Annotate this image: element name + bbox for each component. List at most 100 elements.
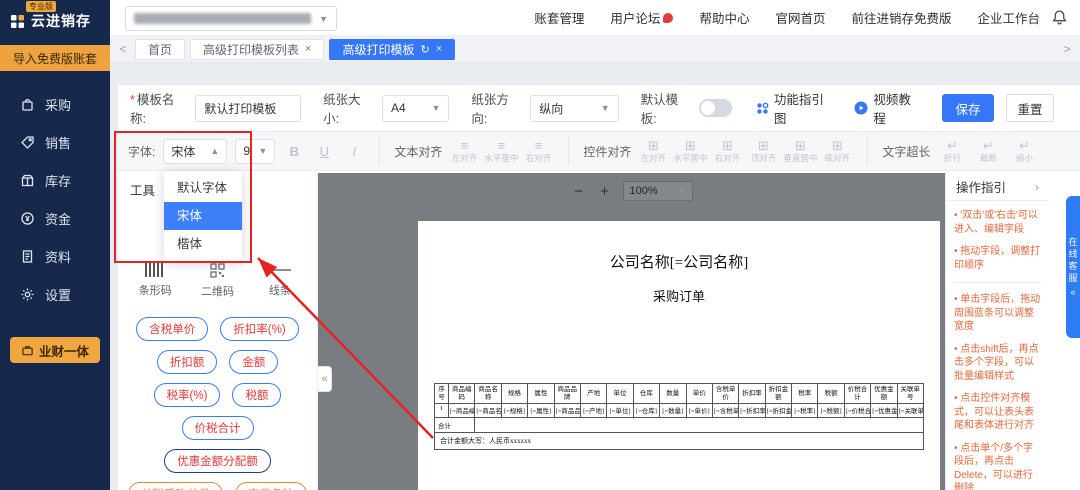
tab-refresh-icon[interactable]: ↻ [420,43,429,56]
control-align-option[interactable]: 顶对齐 [747,139,779,163]
font-size-select[interactable]: 9 ▼ [235,138,276,164]
field-pill[interactable]: 折扣率(%) [220,317,299,341]
top-menu-free-version[interactable]: 前往进销存免费版 [851,8,951,27]
table-cell[interactable]: [=折扣率] [739,404,766,418]
table-header-cell[interactable]: 关联单号 [897,384,924,404]
field-pill[interactable]: 折扣额 [156,350,218,374]
table-cell[interactable]: [=优惠金额] [871,404,898,418]
table-header-cell[interactable]: 折扣金额 [765,384,793,404]
sidebar-item-inventory[interactable]: 库存 [0,161,110,199]
field-pill[interactable]: 优惠金额分配额 [164,449,271,473]
table-cell[interactable]: [=商品名称] [475,404,502,418]
control-align-option[interactable]: 右对齐 [711,139,743,163]
guide-map-link[interactable]: 功能指引图 [756,89,833,127]
top-menu-enterprise-workbench[interactable]: 企业工作台 [977,8,1040,27]
table-header-cell[interactable]: 折扣率 [739,384,766,404]
default-template-toggle[interactable] [699,99,732,117]
table-cell[interactable]: [=单位] [607,404,634,418]
notification-bell-icon[interactable] [1051,9,1068,26]
tab-template-current[interactable]: 高级打印模板 ↻ × [329,38,456,60]
zoom-level-select[interactable]: 100% ▼ [622,181,693,201]
table-cell[interactable]: [=税率] [792,404,819,418]
table-cell[interactable]: 1 [435,404,449,418]
table-header-cell[interactable]: 优惠金额 [871,384,898,404]
import-free-account-button[interactable]: 导入免费版账套 [0,45,110,71]
table-cell[interactable]: [=含税单价] [712,404,740,418]
table-header-cell[interactable]: 序号 [435,384,449,404]
italic-button[interactable]: I [343,140,365,162]
table-header-cell[interactable]: 属性 [528,384,555,404]
tab-close-icon[interactable]: × [305,43,311,55]
top-menu-help-center[interactable]: 帮助中心 [699,8,749,27]
tab-template-list[interactable]: 高级打印模板列表 × [190,38,325,60]
company-name-placeholder[interactable]: 公司名称[=公司名称] [418,251,940,272]
table-cell[interactable]: [=价税合计] [844,404,872,418]
tab-home[interactable]: 首页 [135,38,186,60]
tab-close-icon[interactable]: × [436,43,442,55]
reset-button[interactable]: 重置 [1006,94,1054,122]
orientation-select[interactable]: 纵向 ▼ [530,94,619,122]
zoom-out-button[interactable]: − [571,183,587,200]
table-cell[interactable]: [=关联单号] [897,404,924,418]
table-cell[interactable]: [=属性] [528,404,555,418]
overflow-option[interactable]: 折行 [936,139,968,163]
sidebar-item-sales[interactable]: 销售 [0,123,110,161]
table-cell[interactable]: [=商品编码] [449,404,476,418]
field-pill[interactable]: 商品备注 [235,482,307,490]
text-align-option[interactable]: 右对齐 [522,139,554,163]
guide-collapse-icon[interactable]: › [1035,180,1039,194]
tabbar-prev-icon[interactable]: < [116,42,130,56]
table-cell[interactable]: [=单价] [686,404,713,418]
field-pill[interactable]: 含税单价 [136,317,209,341]
control-align-option[interactable]: 水平居中 [673,139,707,163]
underline-button[interactable]: U [313,140,335,162]
online-service-tab[interactable]: 在线客服 « [1066,196,1080,338]
paper-size-select[interactable]: A4 ▼ [381,94,450,122]
table-cell[interactable]: [=仓库] [633,404,661,418]
shape-barcode[interactable]: 条形码 [124,263,186,299]
table-header-cell[interactable]: 商品品牌 [554,384,581,404]
table-header-cell[interactable]: 产地 [580,384,608,404]
font-select[interactable]: 宋体 ▲ [163,138,228,164]
table-cell[interactable]: [=规格] [501,404,529,418]
control-align-option[interactable]: 垂直居中 [783,139,817,163]
tabbar-next-icon[interactable]: > [1060,42,1074,56]
video-tutorial-link[interactable]: 视频教程 [854,89,920,127]
sidebar-item-data[interactable]: 资料 [0,237,110,275]
table-header-cell[interactable]: 数量 [660,384,687,404]
top-menu-account-books[interactable]: 账套管理 [534,8,584,27]
bold-button[interactable]: B [283,140,305,162]
field-pill[interactable]: 税额 [232,383,282,407]
overflow-option[interactable]: 缩小 [1008,139,1040,163]
table-header-cell[interactable]: 价税合计 [844,384,872,404]
field-pill[interactable]: 价税合计 [181,416,254,440]
table-header-cell[interactable]: 单价 [686,384,713,404]
shape-qrcode[interactable]: 二维码 [186,263,248,299]
font-menu-item-songti[interactable]: 宋体 [164,202,242,230]
table-header-cell[interactable]: 商品名称 [475,384,502,404]
table-header-cell[interactable]: 单位 [607,384,634,404]
document-paper[interactable]: 公司名称[=公司名称] 采购订单 序号 商品编码 商品名称 规格 属性 商品品牌 产地 单位仓… [418,221,940,490]
overflow-option[interactable]: 截断 [972,139,1004,163]
field-pill[interactable]: 金额 [229,350,279,374]
font-menu-item-kaiti[interactable]: 楷体 [164,230,242,258]
table-header-cell[interactable]: 商品编码 [449,384,476,404]
table-header-cell[interactable]: 税额 [818,384,845,404]
table-cell[interactable]: [=数量] [660,404,687,418]
text-align-option[interactable]: 水平居中 [484,139,518,163]
table-cell[interactable]: [=产地] [580,404,608,418]
table-cell[interactable]: [=税额] [818,404,845,418]
top-menu-user-forum[interactable]: 用户论坛 [610,8,674,27]
control-align-option[interactable]: 左对齐 [637,139,669,163]
sidebar-item-funds[interactable]: 资金 [0,199,110,237]
table-header-cell[interactable]: 规格 [501,384,529,404]
text-align-option[interactable]: 左对齐 [448,139,480,163]
table-header-cell[interactable]: 税率 [792,384,819,404]
save-button[interactable]: 保存 [942,94,994,122]
field-pill[interactable]: 关联采购单号 [128,482,223,490]
shape-line[interactable]: 线条 [249,263,311,299]
control-align-option[interactable]: 底对齐 [821,139,853,163]
zoom-in-button[interactable]: + [597,183,613,200]
company-selector[interactable]: ▼ [125,6,337,31]
sidebar-item-settings[interactable]: 设置 [0,275,110,313]
